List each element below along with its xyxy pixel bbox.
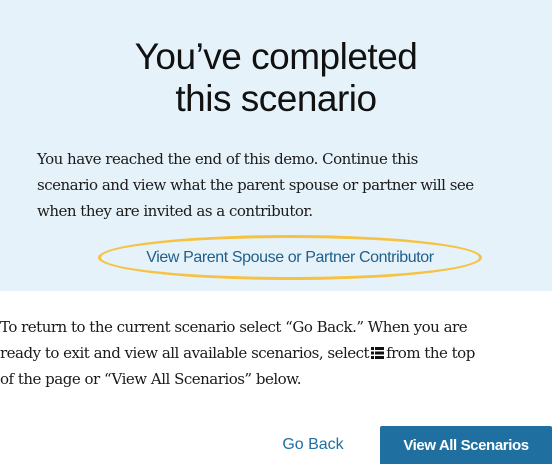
return-instructions: To return to the current scenario select… bbox=[0, 314, 552, 392]
view-all-scenarios-button[interactable]: View All Scenarios bbox=[380, 426, 552, 464]
return-instructions-line-1: To return to the current scenario select… bbox=[0, 318, 468, 336]
list-menu-icon bbox=[371, 347, 385, 359]
completion-message-line-2: scenario and view what the parent spouse… bbox=[37, 176, 474, 194]
view-contributor-link-label: View Parent Spouse or Partner Contributo… bbox=[146, 248, 434, 266]
page-title-line-2: this scenario bbox=[175, 78, 377, 119]
completion-message-line-1: You have reached the end of this demo. C… bbox=[37, 150, 418, 168]
completion-message-line-3: when they are invited as a contributor. bbox=[37, 202, 313, 220]
completion-panel: You’ve completed this scenario You have … bbox=[0, 0, 552, 291]
page-title: You’ve completed this scenario bbox=[0, 36, 552, 120]
completion-message: You have reached the end of this demo. C… bbox=[37, 146, 542, 224]
page-title-line-1: You’ve completed bbox=[134, 36, 418, 77]
return-instructions-line-2-end: from the top bbox=[386, 344, 475, 362]
return-instructions-line-3: of the page or “View All Scenarios” belo… bbox=[0, 370, 302, 388]
return-instructions-line-2-start: ready to exit and view all available sce… bbox=[0, 344, 370, 362]
go-back-button[interactable]: Go Back bbox=[254, 426, 372, 464]
view-contributor-link[interactable]: View Parent Spouse or Partner Contributo… bbox=[98, 235, 482, 280]
